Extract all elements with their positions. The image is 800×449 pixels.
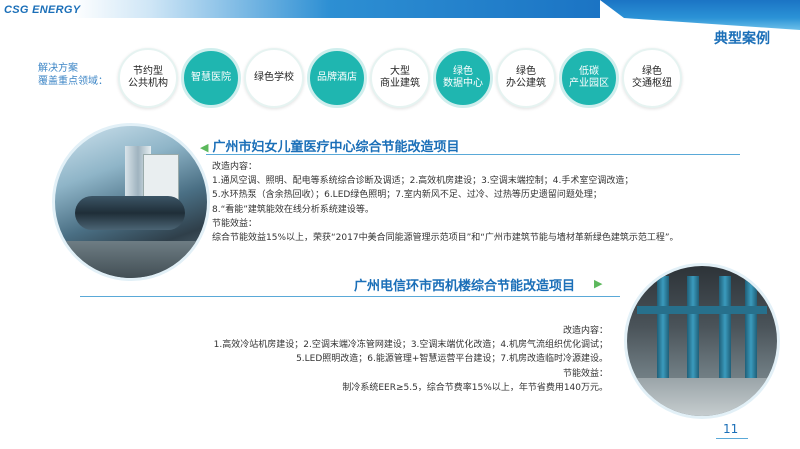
field-brand-hotel: 品牌酒店 [307, 48, 367, 108]
project1-title: ◀ 广州市妇女儿童医疗中心综合节能改造项目 [200, 136, 459, 155]
header-gradient-bar [0, 0, 600, 18]
photo-chiller-body [75, 196, 185, 230]
field-commercial-building: 大型 商业建筑 [370, 48, 430, 108]
field-label-line1: 绿色 [642, 66, 662, 77]
project1-divider [206, 154, 740, 155]
project2-line: 1.高效冷站机房建设；2.空调末端冷冻管网建设；3.空调末端优化改造；4.机房气… [213, 340, 608, 351]
field-green-school: 绿色学校 [244, 48, 304, 108]
project2-description: 改造内容： 1.高效冷站机房建设；2.空调末端冷冻管网建设；3.空调末端优化改造… [88, 324, 608, 395]
header-corner-shape [600, 0, 800, 30]
field-label-line2: 交通枢纽 [632, 78, 672, 89]
project2-divider [80, 296, 620, 297]
page-number-underline [716, 438, 748, 439]
field-industrial-park: 低碳 产业园区 [559, 48, 619, 108]
project1-line: 8.“看能”建筑能效在线分析系统建设等。 [212, 204, 374, 215]
field-label-line2: 商业建筑 [380, 78, 420, 89]
project2-title: 广州电信环市西机楼综合节能改造项目 [354, 279, 576, 294]
page-number: 11 [723, 422, 739, 436]
field-label-line2: 数据中心 [443, 78, 483, 89]
field-label-line1: 低碳 [579, 66, 599, 77]
photo-ground [55, 241, 207, 278]
project2-line: 改造内容： [562, 326, 608, 336]
project2-line: 5.LED照明改造；6.能源管理+智慧运营平台建设；7.机房改造临时冷源建设。 [296, 354, 608, 365]
field-label-line2: 产业园区 [569, 78, 609, 89]
project1-line: 改造内容： [212, 162, 258, 172]
field-label-line2: 办公建筑 [506, 78, 546, 89]
field-transport-hub: 绿色 交通枢纽 [622, 48, 682, 108]
field-label-line1: 智慧医院 [191, 72, 231, 83]
section-title: 典型案例 [714, 31, 770, 47]
field-label-line1: 节约型 [133, 66, 163, 77]
project2-line: 制冷系统EER≥5.5，综合节费率15%以上，年节省费用140万元。 [342, 382, 608, 393]
header-banner [0, 0, 800, 30]
project1-line: 综合节能效益15%以上，荣获“2017中美合同能源管理示范项目”和“广州市建筑节… [212, 233, 679, 244]
company-logo: CSG ENERGY [4, 4, 81, 16]
solutions-label-line1: 解决方案 [38, 63, 78, 74]
field-label-line1: 大型 [390, 66, 410, 77]
solution-fields: 节约型 公共机构 智慧医院 绿色学校 品牌酒店 大型 商业建筑 绿色 数据中心 绿色办… [118, 48, 688, 112]
chiller-equipment-photo [52, 123, 210, 281]
photo-pipe-column [657, 276, 669, 386]
field-label-line1: 品牌酒店 [317, 72, 357, 83]
field-label-line2: 公共机构 [128, 78, 168, 89]
field-label-line1: 绿色学校 [254, 72, 294, 83]
project1-title-text: 广州市妇女儿童医疗中心综合节能改造项目 [212, 140, 460, 155]
field-smart-hospital: 智慧医院 [181, 48, 241, 108]
arrow-left-icon: ◀ [200, 141, 209, 154]
photo-control-panel [143, 154, 179, 202]
photo-pipe-column [719, 276, 731, 386]
machine-room-photo [624, 263, 780, 419]
project2-line: 节能效益： [562, 368, 608, 379]
project1-line: 5.水环热泵（含余热回收）；6.LED绿色照明；7.室内新风不足、过冷、过热等历… [212, 190, 602, 201]
photo-horizontal-pipe [637, 306, 767, 314]
photo-floor [627, 378, 777, 416]
project1-line: 1.通风空调、照明、配电等系统综合诊断及调适；2.高效机房建设；3.空调末端控制… [212, 176, 634, 187]
photo-pipe-column [687, 276, 699, 386]
project1-line: 节能效益： [212, 218, 258, 229]
photo-pipe-column [745, 276, 757, 386]
solutions-label: 解决方案 覆盖重点领域： [38, 62, 108, 88]
field-label-line1: 绿色 [516, 66, 536, 77]
field-data-center: 绿色 数据中心 [433, 48, 493, 108]
solutions-label-line2: 覆盖重点领域： [38, 76, 108, 87]
field-public-institution: 节约型 公共机构 [118, 48, 178, 108]
project1-description: 改造内容： 1.通风空调、照明、配电等系统综合诊断及调适；2.高效机房建设；3.… [212, 160, 772, 245]
field-office-building: 绿色 办公建筑 [496, 48, 556, 108]
arrow-right-icon: ▶ [594, 277, 603, 290]
field-label-line1: 绿色 [453, 66, 473, 77]
